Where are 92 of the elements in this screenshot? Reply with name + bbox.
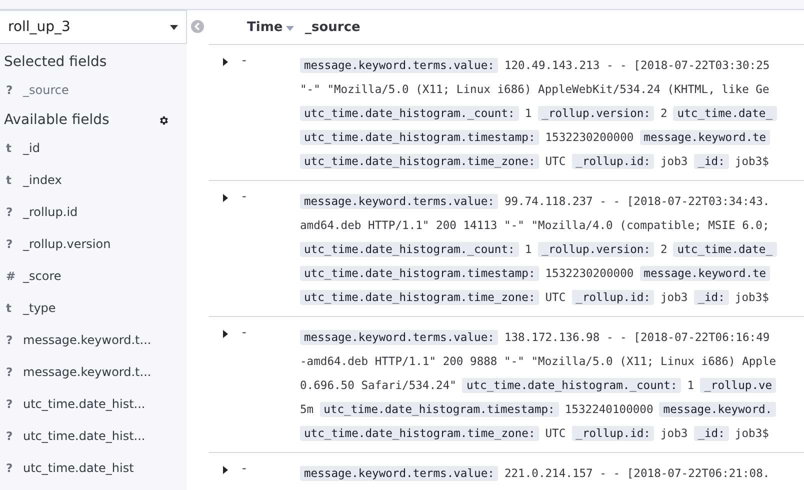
field-key: utc_time.date_histogram.time_zone: (300, 426, 540, 440)
field-value: 1532240100000 (564, 402, 654, 416)
field-key: utc_time.date_histogram._count: (462, 378, 682, 392)
field-value: UTC (545, 426, 566, 440)
field-value: 1532230200000 (545, 130, 634, 144)
field-value: 0.696.50 Safari/534.24" (300, 378, 456, 392)
field-type-icon: t (6, 173, 23, 187)
field-value: job3$ (734, 290, 769, 304)
field-value: 2 (660, 106, 668, 120)
field-key: utc_time.date_ (673, 242, 777, 256)
field-name[interactable]: _rollup.id (23, 205, 78, 219)
field-key: utc_time.date_histogram._count: (300, 242, 519, 256)
field-key: utc_time.date_histogram.timestamp: (320, 402, 559, 416)
field-type-icon: ? (6, 333, 23, 347)
field-type-icon: # (6, 269, 23, 283)
caret-right-icon (222, 466, 228, 474)
field-type-icon: ? (6, 237, 23, 251)
time-cell-text: - (242, 53, 248, 67)
field-value: 120.49.143.213 - - [2018-07-22T03:30:25 (504, 58, 770, 72)
section-heading: Available fields (4, 112, 110, 128)
field-value: 138.172.136.98 - - [2018-07-22T06:16:49 (504, 330, 770, 344)
field-value: 1 (687, 378, 694, 392)
field-value: amd64.deb HTTP/1.1" 200 14113 "-" "Mozilla/4.0 (compatible; MSIE 6.0; (300, 218, 770, 232)
time-cell-text: - (242, 461, 248, 475)
field-value: 1 (524, 106, 532, 120)
field-value: 1532230200000 (545, 266, 634, 280)
field-value: job3$ (734, 426, 769, 440)
field-key: message.keyword.terms.value: (300, 330, 498, 344)
settings-icon[interactable] (158, 114, 169, 126)
field-value: job3 (660, 290, 688, 304)
field-key: message.keyword.te (640, 130, 770, 144)
field-value: UTC (545, 290, 566, 304)
field-value: 5m (300, 402, 314, 416)
index-pattern-select[interactable]: roll_up_3 (0, 10, 187, 44)
field-name[interactable]: _score (23, 269, 62, 283)
time-cell-text: - (242, 189, 248, 203)
field-name[interactable]: utc_time.date_hist (23, 461, 134, 475)
field-key: message.keyword.terms.value: (300, 194, 498, 208)
field-type-icon: t (6, 301, 23, 315)
caret-right-icon (222, 58, 228, 66)
field-type-icon: t (6, 141, 23, 155)
field-key: utc_time.date_histogram.timestamp: (300, 266, 540, 280)
field-name[interactable]: _type (23, 301, 56, 315)
field-name[interactable]: message.keyword.t... (23, 333, 152, 347)
field-key: _rollup.ve (700, 378, 776, 392)
field-value: job3$ (734, 154, 769, 168)
field-value: UTC (545, 154, 566, 168)
field-name[interactable]: utc_time.date_hist... (23, 429, 146, 443)
field-value: job3 (660, 154, 688, 168)
field-name[interactable]: _source (23, 83, 69, 97)
caret-right-icon (222, 194, 228, 202)
column-header[interactable]: _source (305, 20, 360, 34)
section-heading: Selected fields (3, 53, 108, 72)
field-type-icon: ? (6, 365, 23, 379)
field-key: utc_time.date_histogram.time_zone: (300, 290, 540, 304)
field-name[interactable]: _index (23, 173, 62, 187)
field-key: utc_time.date_ (673, 106, 777, 120)
field-key: _rollup.version: (538, 242, 654, 256)
field-name[interactable]: _id (23, 141, 40, 155)
caret-icon (170, 24, 178, 30)
field-key: message.keyword.terms.value: (300, 466, 498, 480)
field-key: utc_time.date_histogram.timestamp: (300, 130, 540, 144)
field-value: 99.74.118.237 - - [2018-07-22T03:34:43. (504, 194, 770, 208)
field-type-icon: ? (6, 397, 23, 411)
time-cell-text: - (242, 325, 248, 339)
field-key: utc_time.date_histogram.time_zone: (300, 154, 540, 168)
field-value: 1 (524, 242, 532, 256)
field-type-icon: ? (6, 205, 23, 219)
caret-right-icon (222, 330, 228, 338)
field-key: message.keyword.te (640, 266, 770, 280)
field-type-icon: ? (6, 83, 23, 97)
field-key: _id: (694, 426, 729, 440)
field-type-icon: ? (6, 461, 23, 475)
field-key: message.keyword. (659, 402, 776, 416)
field-key: _id: (694, 154, 729, 168)
field-value: 221.0.214.157 - - [2018-07-22T06:21:08. (504, 466, 770, 480)
field-value: job3 (660, 426, 688, 440)
field-value: -amd64.deb HTTP/1.1" 200 9888 "-" "Mozilla/5.0 (X11; Linux i686) Apple (300, 354, 776, 368)
field-value: 2 (660, 242, 668, 256)
field-type-icon: ? (6, 429, 23, 443)
column-header[interactable]: Time (247, 20, 305, 34)
field-name[interactable]: utc_time.date_hist... (23, 397, 146, 411)
field-key: _rollup.version: (538, 106, 654, 120)
field-value: "-" "Mozilla/5.0 (X11; Linux i686) AppleWebKit/534.24 (KHTML, like Ge (300, 82, 770, 96)
field-key: _rollup.id: (572, 290, 654, 304)
field-key: message.keyword.terms.value: (300, 58, 498, 72)
field-key: utc_time.date_histogram._count: (300, 106, 519, 120)
field-key: _rollup.id: (572, 426, 654, 440)
field-key: _id: (694, 290, 729, 304)
field-name[interactable]: _rollup.version (23, 237, 111, 251)
field-key: _rollup.id: (572, 154, 654, 168)
field-name[interactable]: message.keyword.t... (23, 365, 152, 379)
